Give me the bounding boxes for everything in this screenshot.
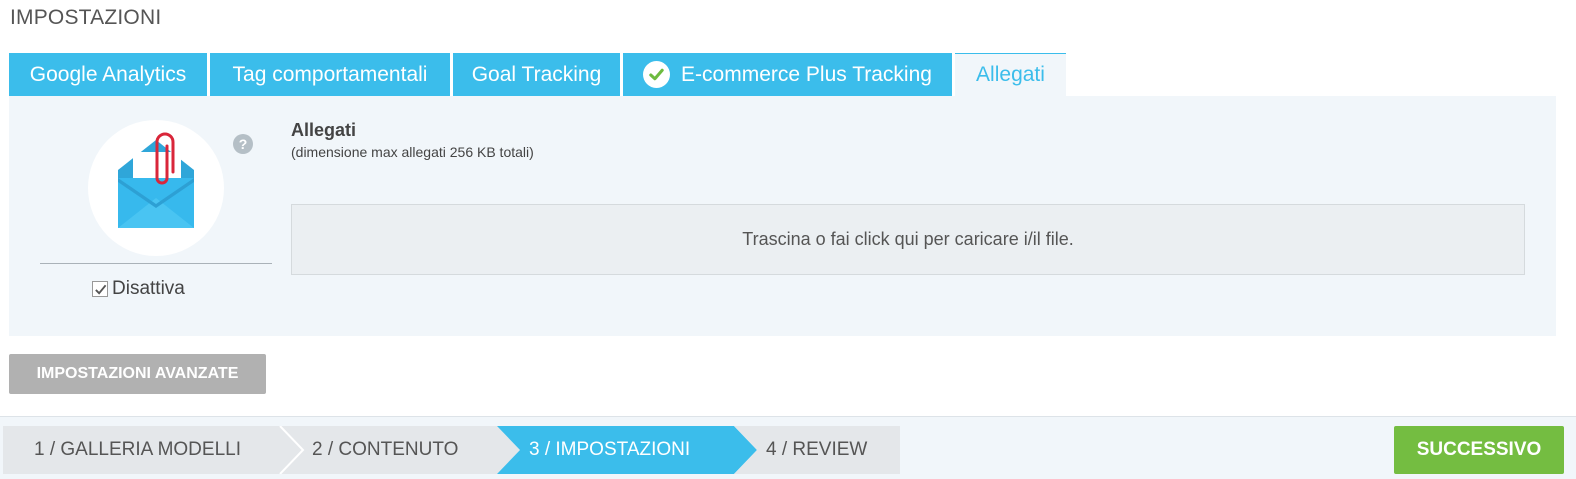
tab-google-analytics[interactable]: Google Analytics: [9, 53, 207, 96]
toggle-label: Disattiva: [112, 278, 185, 299]
attachments-subtitle: (dimensione max allegati 256 KB totali): [291, 144, 534, 160]
tab-label: Tag comportamentali: [232, 62, 428, 86]
advanced-settings-button[interactable]: IMPOSTAZIONI AVANZATE: [9, 354, 266, 394]
wizard-step-galleria-modelli[interactable]: 1 / GALLERIA MODELLI: [34, 426, 241, 474]
attachments-title: Allegati: [291, 120, 357, 140]
check-circle-icon: [643, 61, 671, 88]
dropzone-text: Trascina o fai click qui per caricare i/…: [742, 229, 1074, 249]
tab-label: Google Analytics: [29, 62, 187, 86]
file-dropzone[interactable]: Trascina o fai click qui per caricare i/…: [291, 204, 1525, 275]
divider: [40, 263, 272, 264]
wizard-step-review[interactable]: 4 / REVIEW: [766, 426, 867, 474]
tab-label: E-commerce Plus Tracking: [681, 62, 932, 86]
attachments-panel: ? Disattiva Allegati (dimensione max all…: [9, 96, 1556, 336]
tab-goal-tracking[interactable]: Goal Tracking: [453, 53, 620, 96]
page-title: IMPOSTAZIONI: [10, 6, 162, 29]
tab-label: Goal Tracking: [471, 62, 602, 86]
settings-tabs: Google Analytics Tag comportamentali Goa…: [9, 53, 1066, 96]
tab-ecommerce-plus-tracking[interactable]: E-commerce Plus Tracking: [623, 53, 952, 96]
question-circle-icon[interactable]: ?: [233, 134, 253, 154]
wizard-steps: 1 / GALLERIA MODELLI 2 / CONTENUTO 3 / I…: [3, 426, 900, 474]
next-button[interactable]: SUCCESSIVO: [1394, 426, 1564, 474]
tab-allegati[interactable]: Allegati: [955, 53, 1066, 96]
checkbox-icon[interactable]: [92, 281, 108, 297]
wizard-step-contenuto[interactable]: 2 / CONTENUTO: [312, 426, 458, 474]
disable-attachments-toggle[interactable]: Disattiva: [92, 278, 185, 300]
tab-label: Allegati: [976, 63, 1045, 86]
wizard-step-impostazioni[interactable]: 3 / IMPOSTAZIONI: [529, 426, 690, 474]
tab-tag-comportamentali[interactable]: Tag comportamentali: [210, 53, 450, 96]
envelope-paperclip-icon: [88, 120, 224, 256]
